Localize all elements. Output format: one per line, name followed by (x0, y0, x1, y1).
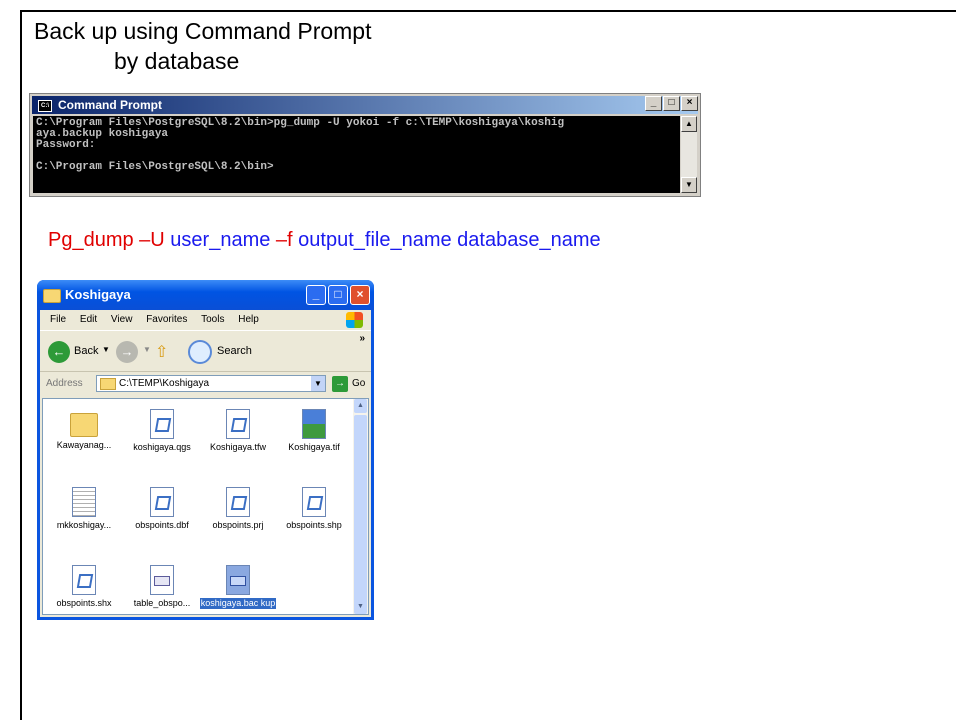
maximize-button[interactable]: □ (663, 96, 680, 111)
search-button[interactable]: Search (217, 345, 252, 357)
list-item[interactable]: obspoints.shp (275, 487, 353, 531)
address-value: C:\TEMP\Koshigaya (119, 378, 210, 389)
console-line: aya.backup koshigaya (36, 128, 169, 140)
list-item[interactable]: obspoints.shx (45, 565, 123, 609)
minimize-button[interactable]: _ (645, 96, 662, 111)
chevron-down-icon[interactable]: ▼ (102, 345, 110, 354)
document-icon (150, 487, 174, 517)
explorer-window[interactable]: Koshigaya _ □ × File Edit View Favorites… (37, 280, 374, 620)
file-list[interactable]: Kawayanag... koshigaya.qgs Koshigaya.tfw… (42, 398, 369, 615)
minimize-button[interactable]: _ (306, 285, 326, 305)
folder-icon (100, 378, 116, 390)
address-bar: Address C:\TEMP\Koshigaya ▼ → Go (40, 372, 371, 396)
list-item[interactable]: obspoints.prj (199, 487, 277, 531)
explorer-title: Koshigaya (65, 287, 131, 302)
search-icon[interactable] (188, 340, 212, 364)
list-item[interactable]: mkkoshigay... (45, 487, 123, 531)
syntax-f-flag: –f (270, 229, 299, 251)
syntax-user-param: user_name (170, 229, 271, 251)
list-item-selected[interactable]: koshigaya.bac kup (199, 565, 277, 609)
back-button[interactable]: Back (74, 345, 98, 357)
menu-tools[interactable]: Tools (201, 314, 224, 325)
syntax-command: Pg_dump –U (48, 229, 171, 251)
console-line: Password: (36, 139, 96, 151)
document-icon (302, 487, 326, 517)
console-scrollbar[interactable]: ▲ ▼ (681, 116, 697, 193)
chevron-down-icon[interactable]: ▼ (311, 376, 325, 391)
text-file-icon (72, 487, 96, 517)
folder-icon (70, 413, 98, 437)
file-name: obspoints.shx (56, 598, 112, 608)
list-item[interactable]: Koshigaya.tif (275, 409, 353, 453)
image-file-icon (302, 409, 326, 439)
list-item[interactable]: table_obspo... (123, 565, 201, 609)
command-prompt-titlebar[interactable]: C:\ Command Prompt (32, 96, 698, 114)
document-icon (150, 409, 174, 439)
windows-logo-icon (346, 312, 363, 328)
backup-file-icon (226, 565, 250, 595)
command-prompt-title: Command Prompt (58, 98, 163, 112)
vertical-scrollbar[interactable]: ▲ ▼ (353, 399, 368, 614)
file-name: Koshigaya.tif (288, 442, 340, 452)
file-name: table_obspo... (133, 598, 191, 608)
go-arrow-icon[interactable]: → (332, 376, 348, 392)
folder-up-icon[interactable]: ⇧ (155, 342, 173, 362)
folder-icon (43, 288, 61, 303)
file-name: obspoints.shp (286, 520, 342, 530)
toolbar: ← Back ▼ → ▼ ⇧ Search » (40, 331, 371, 372)
back-arrow-icon[interactable]: ← (48, 341, 70, 363)
address-label: Address (46, 378, 83, 389)
command-prompt-window[interactable]: C:\ Command Prompt _ □ × C:\Program Files… (29, 93, 701, 197)
list-item[interactable]: Koshigaya.tfw (199, 409, 277, 453)
maximize-button[interactable]: □ (328, 285, 348, 305)
syntax-line: Pg_dump –U user_name –f output_file_name… (48, 229, 601, 252)
scroll-up-icon[interactable]: ▲ (681, 116, 697, 132)
close-button[interactable]: × (681, 96, 698, 111)
menu-help[interactable]: Help (238, 314, 259, 325)
address-input[interactable]: C:\TEMP\Koshigaya ▼ (96, 375, 326, 392)
file-name: obspoints.prj (212, 520, 264, 530)
window-controls: _ □ × (306, 285, 370, 305)
scroll-down-icon[interactable]: ▼ (354, 600, 367, 614)
chevron-down-icon[interactable]: ▼ (143, 345, 151, 354)
forward-arrow-icon[interactable]: → (116, 341, 138, 363)
menu-favorites[interactable]: Favorites (146, 314, 187, 325)
list-item[interactable]: Kawayanag... (45, 409, 123, 451)
database-file-icon (150, 565, 174, 595)
file-name: mkkoshigay... (56, 520, 112, 530)
window-controls: _ □ × (645, 96, 698, 111)
file-name: koshigaya.qgs (133, 442, 191, 452)
scroll-thumb[interactable] (354, 415, 367, 603)
menu-edit[interactable]: Edit (80, 314, 97, 325)
slide-subtitle: by database (114, 48, 240, 74)
toolbar-overflow-icon[interactable]: » (359, 333, 365, 344)
console-icon: C:\ (38, 99, 52, 112)
close-button[interactable]: × (350, 285, 370, 305)
go-button[interactable]: Go (352, 378, 365, 389)
document-icon (226, 487, 250, 517)
list-item[interactable]: obspoints.dbf (123, 487, 201, 531)
file-name: Koshigaya.tfw (209, 442, 267, 452)
menu-bar: File Edit View Favorites Tools Help (40, 310, 371, 331)
scroll-up-icon[interactable]: ▲ (354, 399, 367, 413)
menu-view[interactable]: View (111, 314, 133, 325)
document-icon (72, 565, 96, 595)
slide-title: Back up using Command Prompt (34, 18, 372, 44)
console-line: C:\Program Files\PostgreSQL\8.2\bin> (36, 161, 274, 173)
file-name: koshigaya.bac kup (199, 598, 277, 609)
syntax-output-params: output_file_name database_name (298, 229, 601, 251)
document-icon (226, 409, 250, 439)
file-name: obspoints.dbf (135, 520, 189, 530)
menu-file[interactable]: File (50, 314, 66, 325)
scroll-down-icon[interactable]: ▼ (681, 177, 697, 193)
console-output[interactable]: C:\Program Files\PostgreSQL\8.2\bin>pg_d… (33, 116, 680, 193)
list-item[interactable]: koshigaya.qgs (123, 409, 201, 453)
explorer-body: File Edit View Favorites Tools Help ← Ba… (40, 310, 371, 617)
file-name: Kawayanag... (56, 440, 112, 450)
